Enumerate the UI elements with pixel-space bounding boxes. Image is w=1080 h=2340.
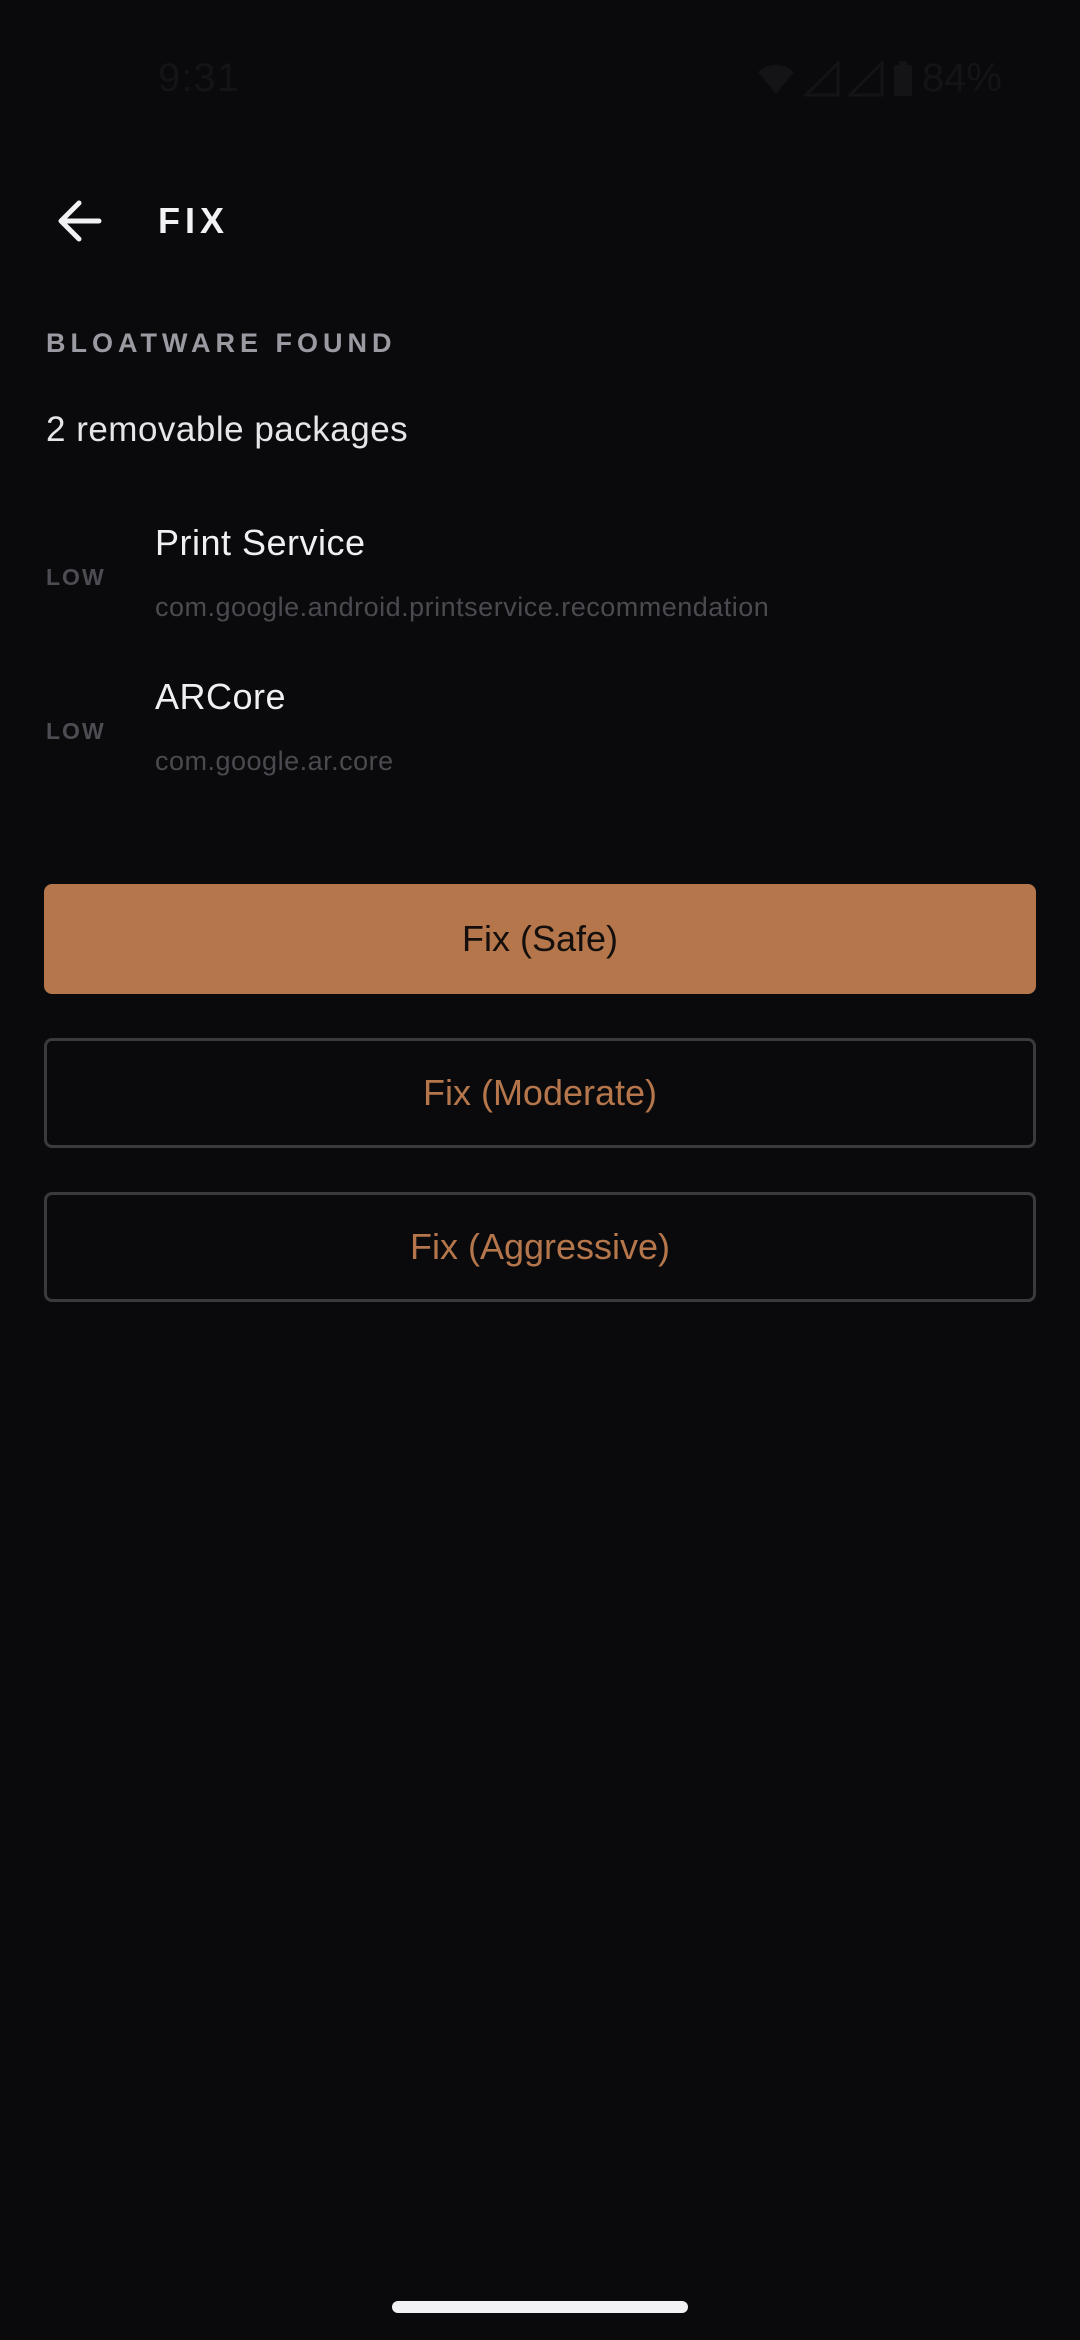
package-list: LOW Print Service com.google.android.pri… xyxy=(0,510,1080,818)
package-name: ARCore xyxy=(155,676,287,717)
risk-badge: LOW xyxy=(46,718,106,744)
list-item: LOW ARCore com.google.ar.core xyxy=(0,664,1080,818)
page-title: FIX xyxy=(158,200,230,241)
battery-percent: 84% xyxy=(921,56,1002,100)
back-button[interactable] xyxy=(36,180,122,266)
package-name: Print Service xyxy=(155,522,366,563)
status-bar: 9:31 84% xyxy=(0,0,1080,160)
arrow-left-icon xyxy=(55,199,103,248)
status-icons: 84% xyxy=(756,56,1002,101)
app-bar: FIX xyxy=(0,180,1080,266)
fix-screen: 9:31 84% FIX BLOATWARE FOUND 2 removable… xyxy=(0,0,1080,2340)
signal-icon xyxy=(847,60,884,97)
package-id: com.google.android.printservice.recommen… xyxy=(155,592,770,622)
battery-icon xyxy=(892,60,914,98)
fix-moderate-button[interactable]: Fix (Moderate) xyxy=(44,1038,1036,1148)
section-header: BLOATWARE FOUND xyxy=(46,328,397,358)
risk-badge: LOW xyxy=(46,564,106,590)
home-indicator[interactable] xyxy=(392,2301,688,2313)
fix-aggressive-button[interactable]: Fix (Aggressive) xyxy=(44,1192,1036,1302)
wifi-icon xyxy=(756,62,796,96)
status-time: 9:31 xyxy=(158,56,240,100)
signal-icon xyxy=(803,60,840,97)
package-id: com.google.ar.core xyxy=(155,746,394,776)
list-item: LOW Print Service com.google.android.pri… xyxy=(0,510,1080,664)
package-count-summary: 2 removable packages xyxy=(46,410,409,449)
fix-safe-button[interactable]: Fix (Safe) xyxy=(44,884,1036,994)
